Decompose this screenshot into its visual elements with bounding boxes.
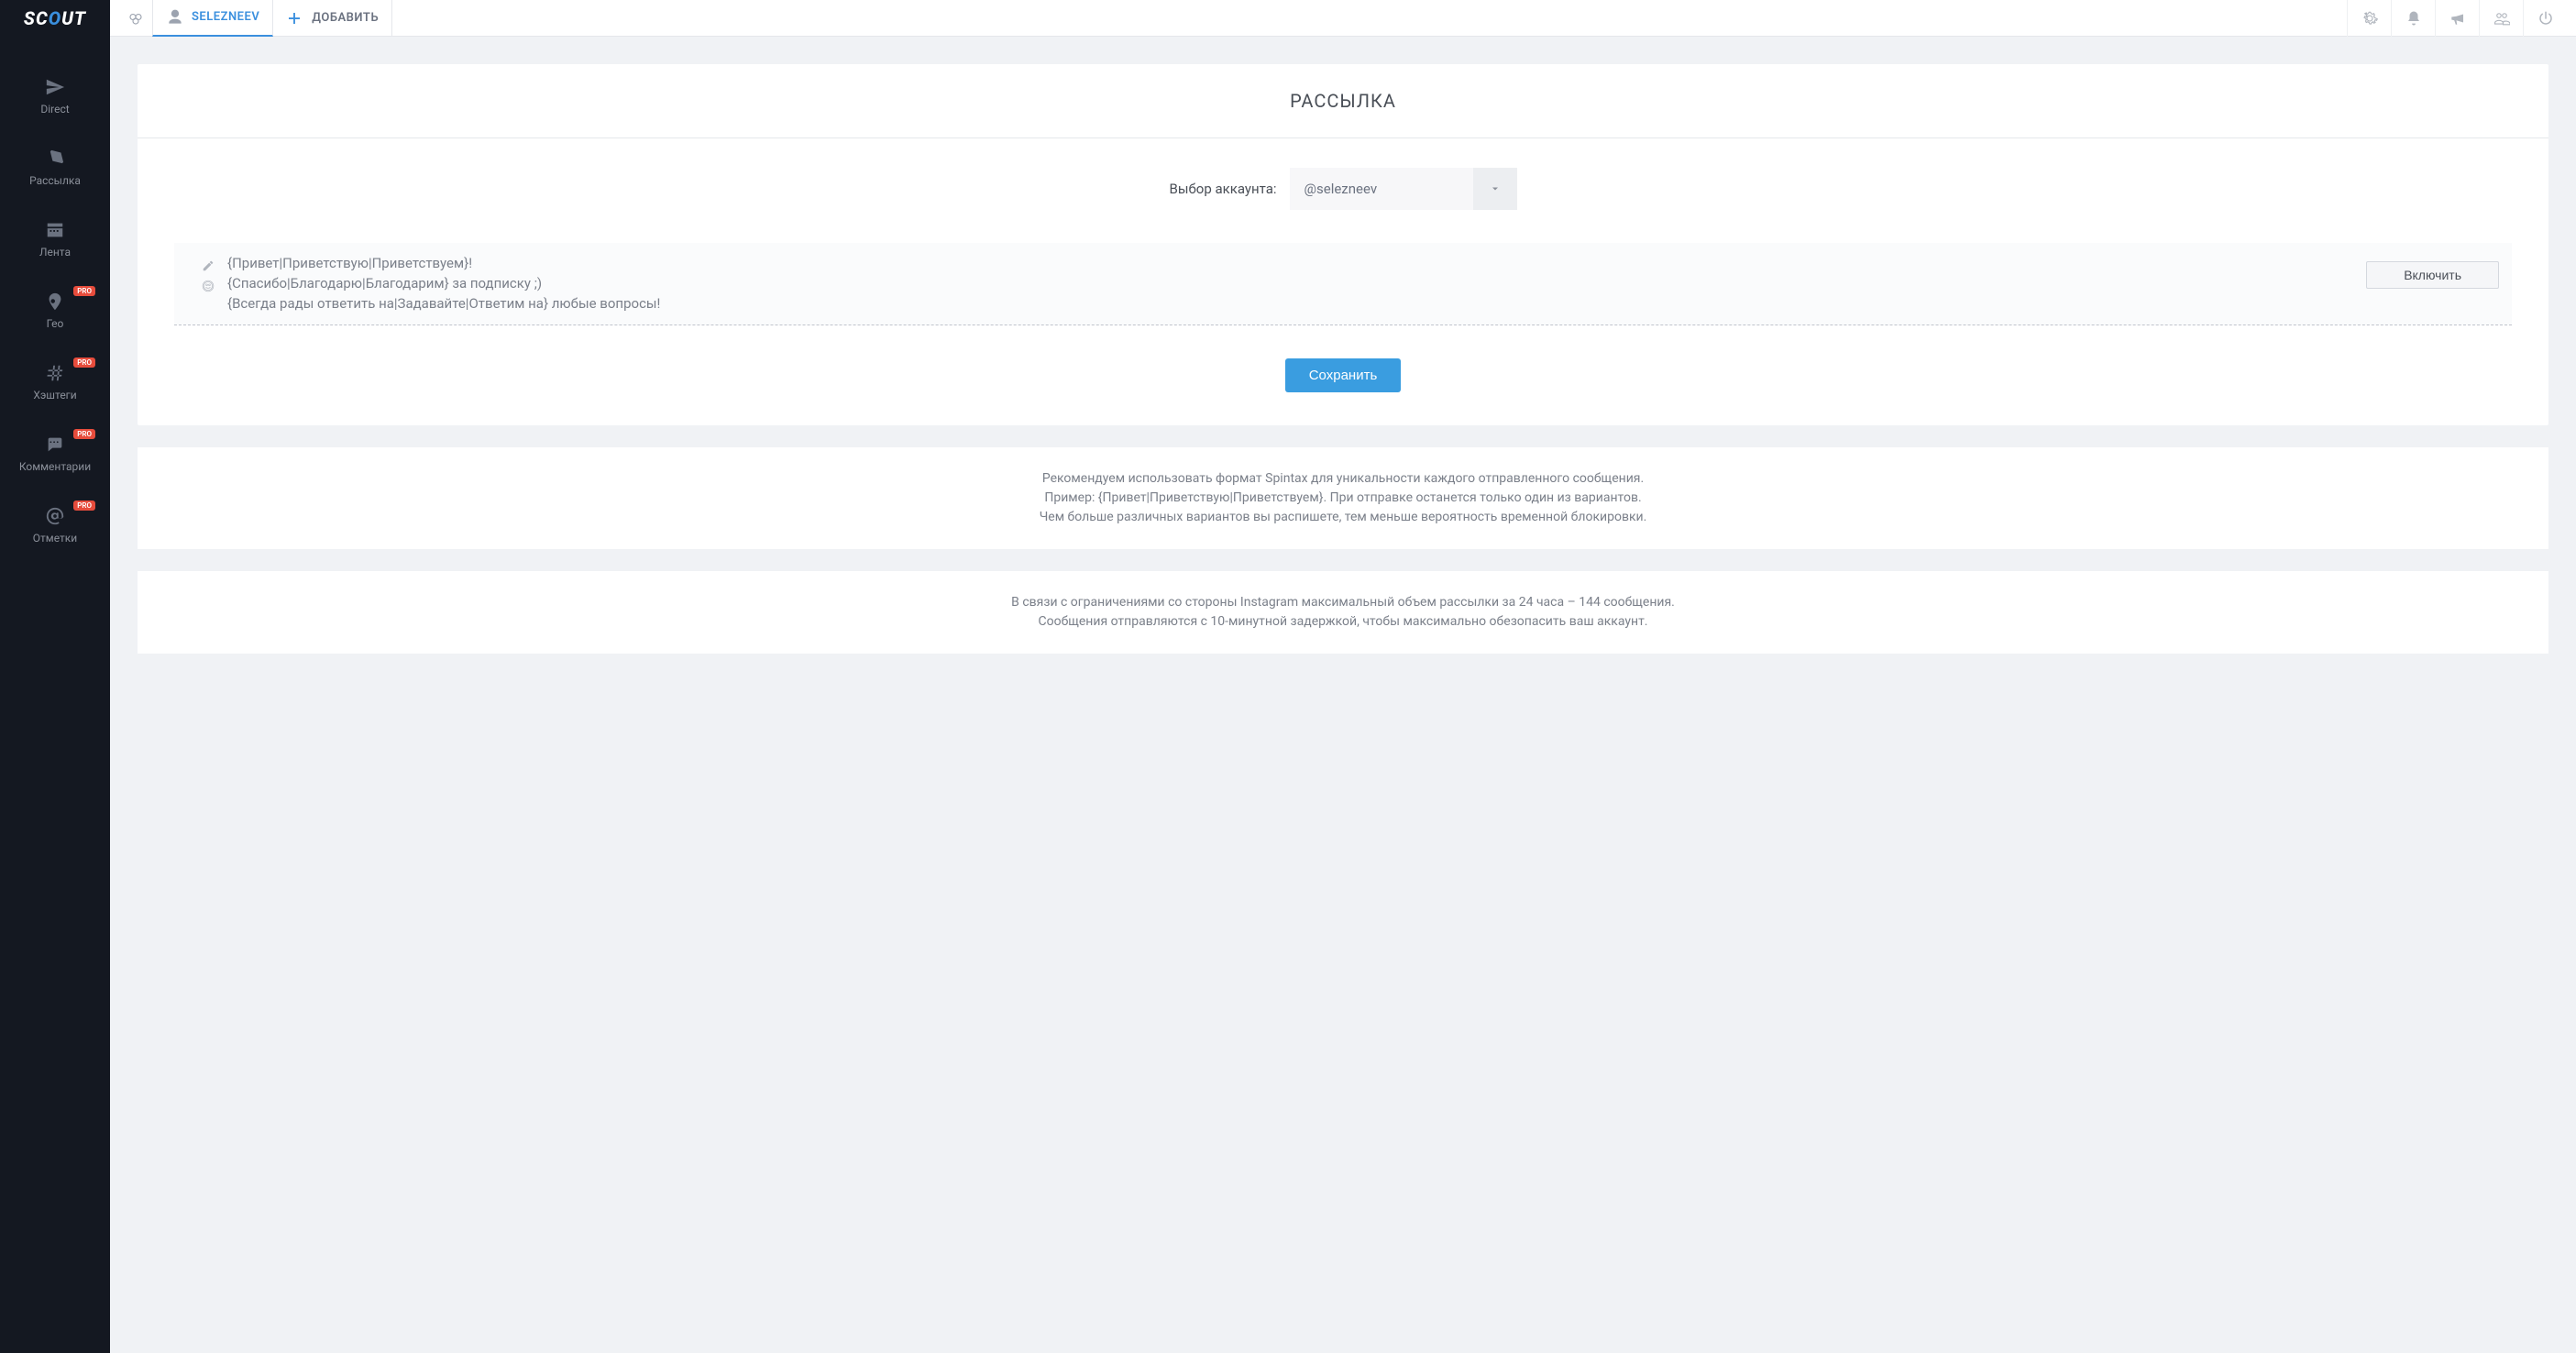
account-select-label: Выбор аккаунта: [1169, 181, 1276, 197]
hint-spintax: Рекомендуем использовать формат Spintax … [138, 447, 2548, 549]
comments-icon [45, 434, 65, 455]
gear-icon [2361, 10, 2378, 27]
power-icon [2537, 10, 2554, 27]
message-template-block: {Привет|Приветствую|Приветствуем}! {Спас… [174, 243, 2512, 325]
bell-icon [2405, 10, 2422, 27]
content-area: РАССЫЛКА Выбор аккаунта: @selezneev [110, 37, 2576, 681]
tag-icon [45, 148, 65, 169]
sidebar-item-label: Direct [40, 103, 69, 116]
hashtag-icon [45, 363, 65, 383]
members-button[interactable] [2479, 0, 2523, 37]
emoji-icon[interactable] [202, 280, 215, 292]
message-template-text[interactable]: {Привет|Приветствую|Приветствуем}! {Спас… [227, 254, 660, 314]
sidebar-item-label: Хэштеги [33, 389, 76, 402]
send-icon [45, 77, 65, 97]
pro-badge: PRO [73, 358, 95, 368]
announce-button[interactable] [2435, 0, 2479, 37]
sidebar-item-label: Лента [39, 246, 71, 258]
pro-badge: PRO [73, 429, 95, 439]
account-select[interactable]: @selezneev [1290, 168, 1517, 210]
megaphone-icon [2449, 10, 2466, 27]
enable-button[interactable]: Включить [2366, 261, 2499, 289]
location-icon [45, 292, 65, 312]
sidebar-item-label: Гео [47, 317, 64, 330]
topbar: SELEZNEEV ДОБАВИТЬ [110, 0, 2576, 37]
notifications-button[interactable] [2391, 0, 2435, 37]
tab-add-account[interactable]: ДОБАВИТЬ [273, 0, 392, 37]
accounts-overview-button[interactable] [119, 0, 152, 37]
users-icon [2493, 10, 2510, 27]
sidebar: SCOUT Direct Рассылка Лента PRO Гео PRO … [0, 0, 110, 1353]
sidebar-item-direct[interactable]: Direct [0, 60, 110, 132]
calendar-icon [45, 220, 65, 240]
circles-icon [127, 10, 144, 27]
sidebar-item-geo[interactable]: PRO Гео [0, 275, 110, 346]
save-button[interactable]: Сохранить [1285, 358, 1402, 392]
user-icon [166, 8, 184, 27]
settings-button[interactable] [2347, 0, 2391, 37]
sidebar-item-label: Рассылка [29, 174, 81, 187]
page-title: РАССЫЛКА [138, 90, 2548, 112]
sidebar-item-feed[interactable]: Лента [0, 204, 110, 275]
sidebar-item-label: Отметки [33, 532, 77, 544]
pro-badge: PRO [73, 286, 95, 296]
account-select-value: @selezneev [1290, 168, 1473, 210]
at-icon [45, 506, 65, 526]
sidebar-item-comments[interactable]: PRO Комментарии [0, 418, 110, 490]
card-header: РАССЫЛКА [138, 64, 2548, 138]
sidebar-item-hashtags[interactable]: PRO Хэштеги [0, 346, 110, 418]
edit-icon[interactable] [202, 259, 215, 272]
hint-limits: В связи с ограничениями со стороны Insta… [138, 571, 2548, 654]
plus-icon [286, 10, 303, 27]
logo[interactable]: SCOUT [0, 0, 110, 37]
tab-account-selezneev[interactable]: SELEZNEEV [152, 0, 273, 37]
broadcast-card: РАССЫЛКА Выбор аккаунта: @selezneev [138, 64, 2548, 425]
add-label: ДОБАВИТЬ [312, 11, 379, 25]
tab-label: SELEZNEEV [192, 10, 259, 24]
chevron-down-icon [1473, 168, 1517, 210]
pro-badge: PRO [73, 500, 95, 511]
logout-button[interactable] [2523, 0, 2567, 37]
sidebar-item-mentions[interactable]: PRO Отметки [0, 490, 110, 561]
sidebar-item-broadcast[interactable]: Рассылка [0, 132, 110, 204]
sidebar-item-label: Комментарии [19, 460, 91, 473]
